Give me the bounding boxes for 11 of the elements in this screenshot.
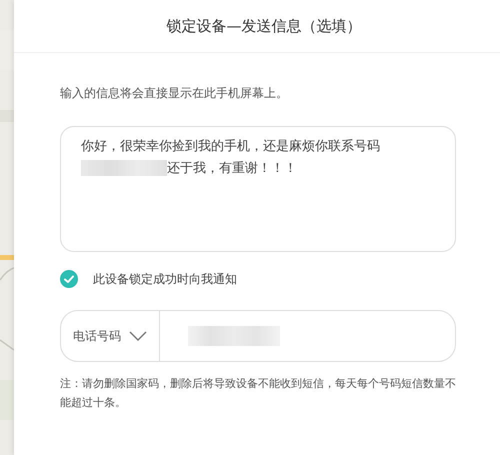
country-select[interactable]: 电话号码 (61, 311, 160, 361)
message-text: 你好，很荣幸你捡到我的手机，还是麻烦你联系号码 (81, 138, 381, 155)
message-field[interactable]: 你好，很荣幸你捡到我的手机，还是麻烦你联系号码 还于我，有重谢！！！ (60, 126, 456, 252)
phone-field[interactable]: 电话号码 (60, 310, 456, 362)
checkbox-label: 此设备锁定成功时向我通知 (93, 270, 237, 288)
message-text: 还于我，有重谢！！！ (167, 160, 297, 177)
note-text: 注：请勿删除国家码，删除后将导致设备不能收到短信，每天每个号码短信数量不能超过十条。 (60, 376, 456, 411)
chevron-down-icon (129, 331, 147, 341)
hint-text: 输入的信息将会直接显示在此手机屏幕上。 (60, 85, 289, 102)
dialog-title: 锁定设备—发送信息（选填） (166, 16, 362, 36)
checkbox[interactable] (60, 270, 78, 288)
